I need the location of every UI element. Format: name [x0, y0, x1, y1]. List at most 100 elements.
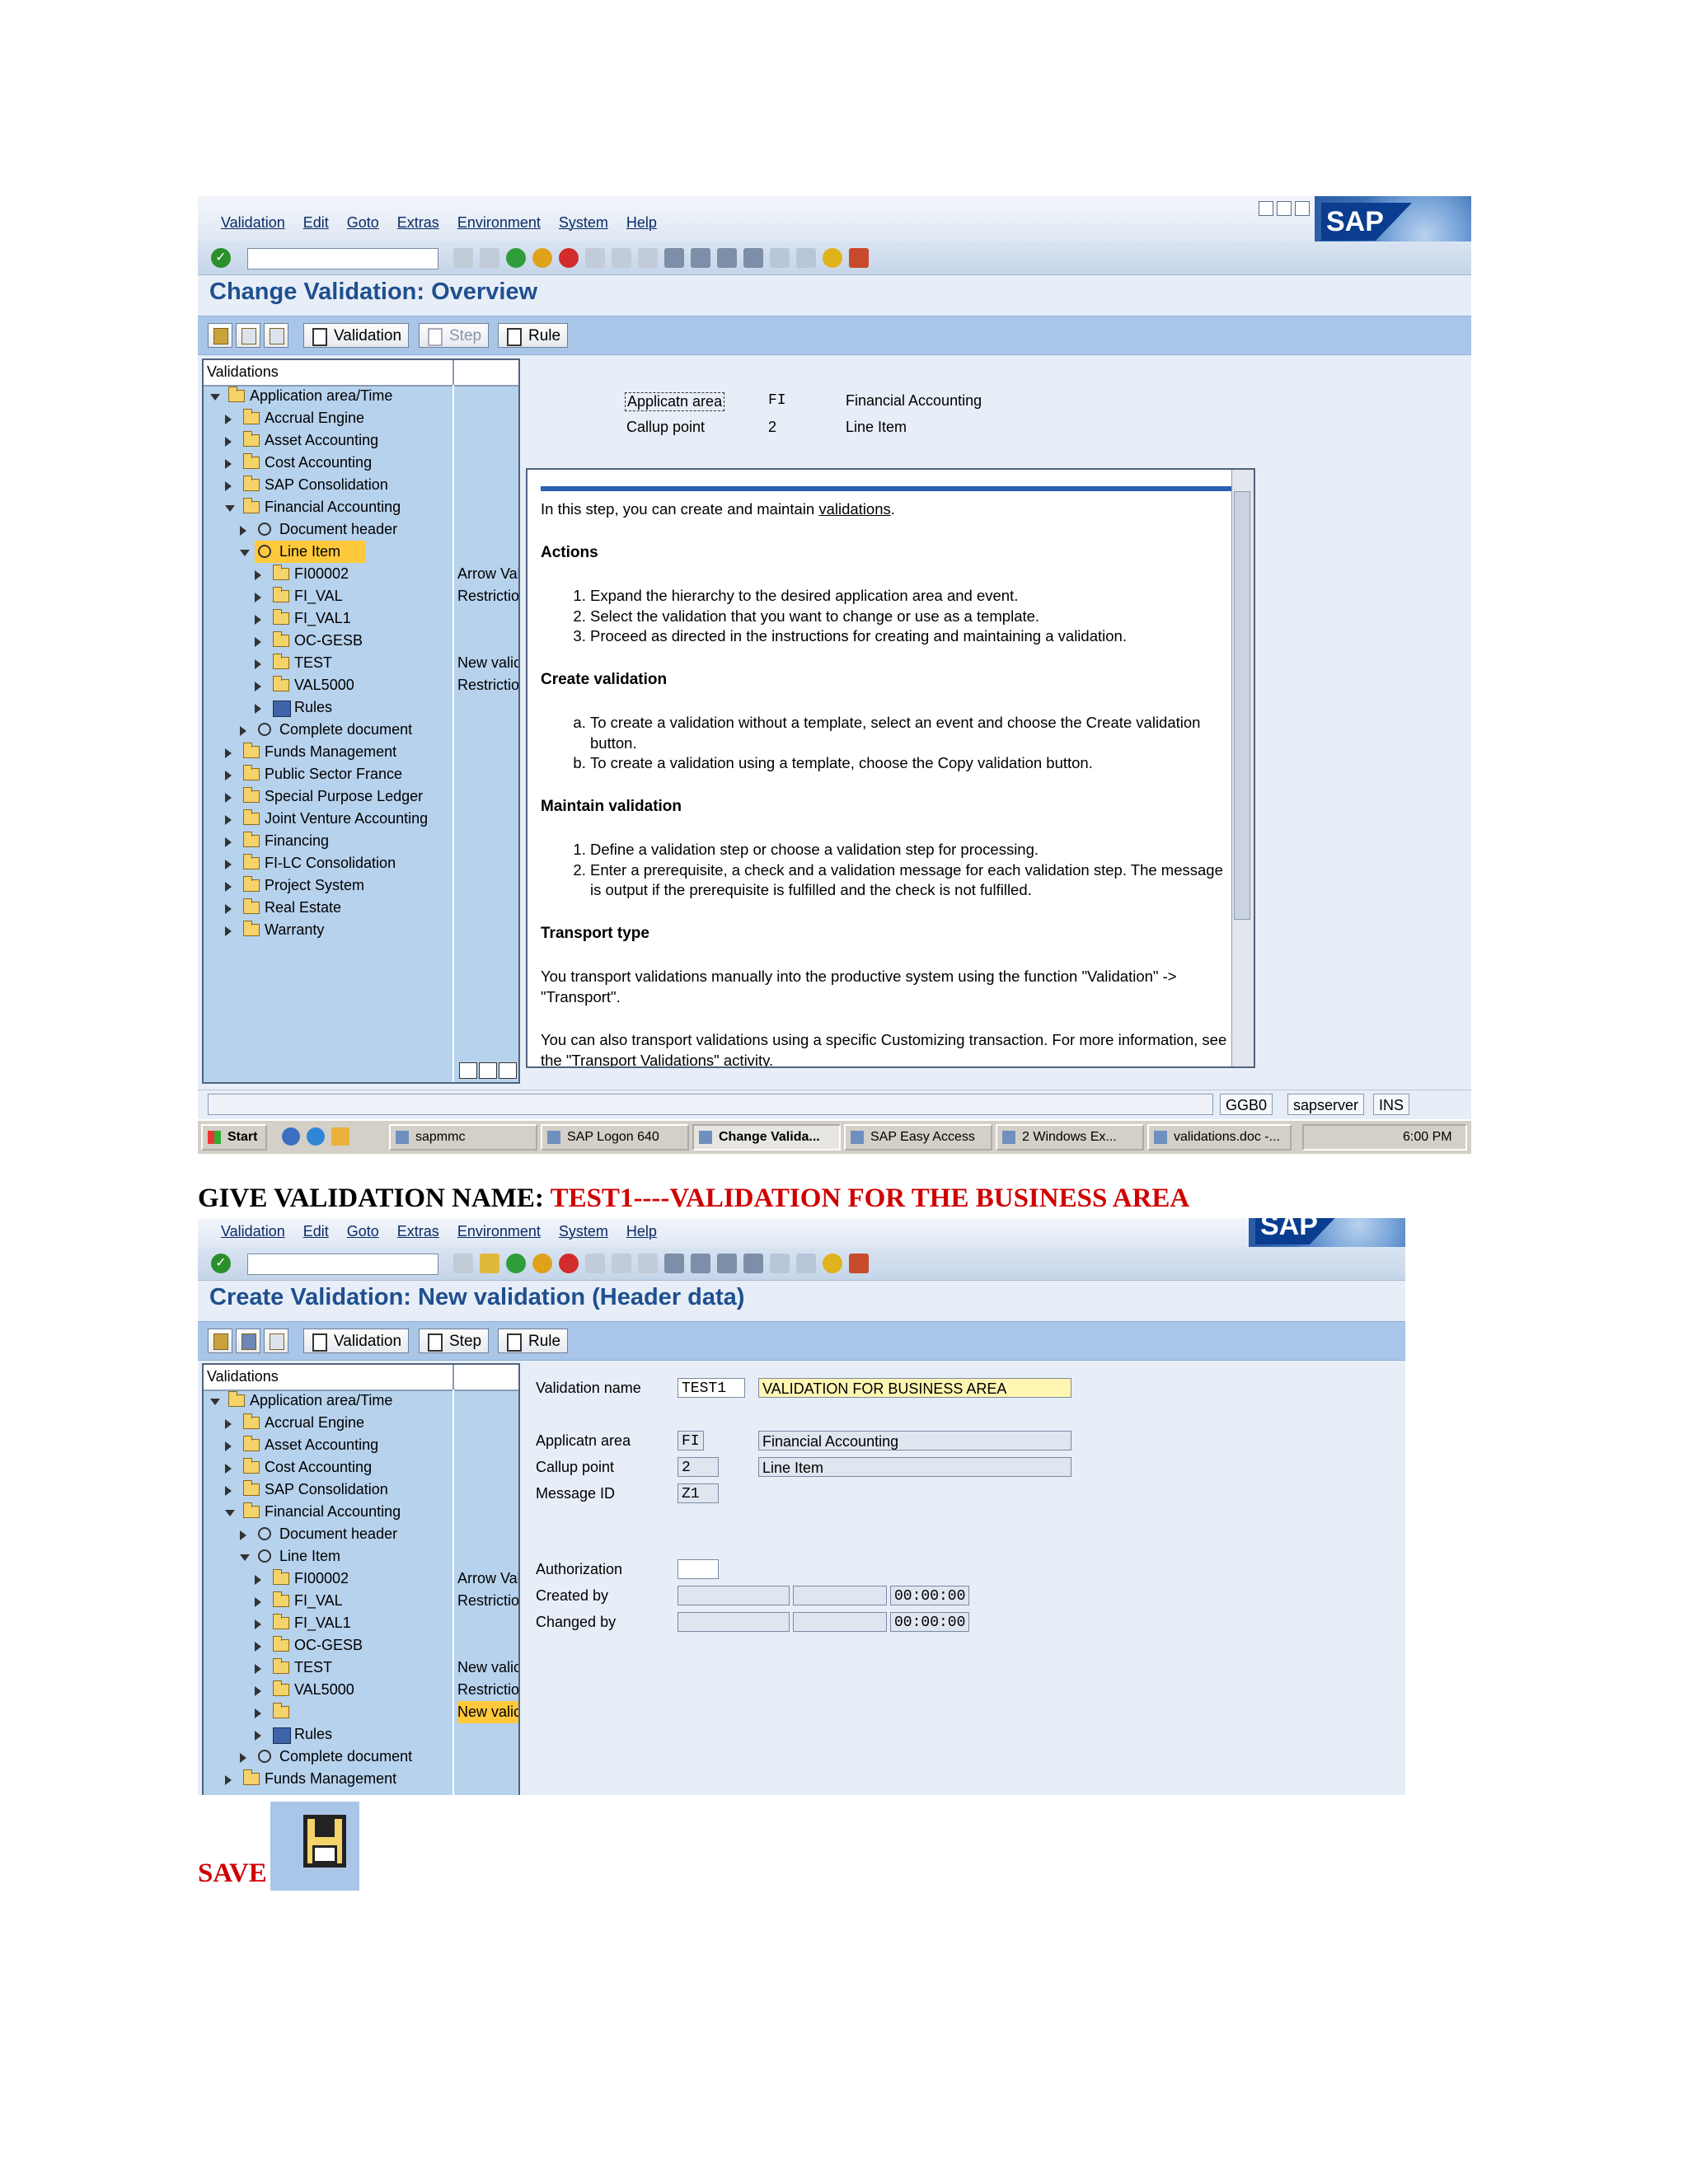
expand-arrow-icon[interactable]: [240, 1530, 246, 1540]
expand-arrow-icon[interactable]: [255, 637, 261, 647]
expand-arrow-icon[interactable]: [225, 459, 232, 469]
expand-arrow-icon[interactable]: [225, 1486, 232, 1496]
last-page-icon[interactable]: [743, 248, 763, 268]
taskbar-item[interactable]: SAP Logon 640: [541, 1124, 689, 1151]
help-icon[interactable]: [823, 1254, 842, 1273]
menu-help[interactable]: Help: [626, 1223, 657, 1240]
tree-node[interactable]: Funds Management: [204, 741, 518, 763]
step-button[interactable]: Step: [419, 323, 490, 348]
copy-button[interactable]: [236, 1329, 260, 1353]
expand-arrow-icon[interactable]: [255, 570, 261, 580]
tree-node[interactable]: Warranty: [204, 919, 518, 941]
last-page-icon[interactable]: [743, 1254, 763, 1273]
browser-icon[interactable]: [282, 1127, 300, 1146]
tree-node[interactable]: Special Purpose Ledger: [204, 785, 518, 808]
expand-arrow-icon[interactable]: [255, 1686, 261, 1696]
expand-arrow-icon[interactable]: [255, 1642, 261, 1652]
expand-arrow-icon[interactable]: [240, 526, 246, 536]
tree-node[interactable]: FI00002 Arrow Val: [204, 1568, 518, 1590]
menu-edit[interactable]: Edit: [303, 1223, 329, 1240]
validations-link[interactable]: validations: [818, 500, 890, 518]
tree-node[interactable]: FI_VAL Restrictio: [204, 585, 518, 607]
change-display-button[interactable]: [208, 1329, 232, 1353]
cancel-icon[interactable]: [559, 1254, 579, 1273]
tree-node[interactable]: TEST New valic: [204, 652, 518, 674]
validation-button[interactable]: Validation: [303, 1329, 410, 1353]
find-icon[interactable]: [612, 1254, 631, 1273]
menu-extras[interactable]: Extras: [397, 214, 439, 232]
tree-node[interactable]: Application area/Time: [204, 385, 518, 407]
help-scrollbar[interactable]: [1231, 470, 1254, 1066]
tree-node[interactable]: Complete document: [204, 1746, 518, 1768]
tree-node[interactable]: Financing: [204, 830, 518, 852]
expand-arrow-icon[interactable]: [225, 926, 232, 936]
start-button[interactable]: Start: [201, 1124, 267, 1151]
expand-arrow-icon[interactable]: [225, 1419, 232, 1429]
expand-arrow-icon[interactable]: [225, 815, 232, 825]
menu-goto[interactable]: Goto: [347, 1223, 379, 1240]
scroll-thumb[interactable]: [1234, 491, 1250, 920]
tree-node[interactable]: FI-LC Consolidation: [204, 852, 518, 874]
green-back-icon[interactable]: [506, 248, 526, 268]
tree-node[interactable]: OC-GESB: [204, 630, 518, 652]
command-field[interactable]: [247, 248, 438, 269]
save-icon[interactable]: [480, 1254, 499, 1273]
expand-arrow-icon[interactable]: [255, 1619, 261, 1629]
tree-node[interactable]: FI_VAL Restrictio: [204, 1590, 518, 1612]
print-icon[interactable]: [585, 1254, 605, 1273]
tree-node[interactable]: Public Sector France: [204, 763, 518, 785]
save-icon[interactable]: [480, 248, 499, 268]
expand-arrow-icon[interactable]: [225, 481, 232, 491]
exit-icon[interactable]: [532, 1254, 552, 1273]
tree-node[interactable]: Cost Accounting: [204, 452, 518, 474]
find-next-icon[interactable]: [638, 1254, 658, 1273]
copy-button[interactable]: [236, 323, 260, 348]
first-page-icon[interactable]: [664, 248, 684, 268]
expand-arrow-icon[interactable]: [255, 1575, 261, 1585]
expand-arrow-icon[interactable]: [225, 837, 232, 847]
enter-check-icon[interactable]: ✓: [211, 248, 231, 268]
save-button-zoom[interactable]: [270, 1802, 359, 1891]
menu-system[interactable]: System: [559, 214, 608, 232]
validation-description-input[interactable]: VALIDATION FOR BUSINESS AREA: [758, 1378, 1071, 1398]
tree-node[interactable]: Document header: [204, 1523, 518, 1545]
close-icon[interactable]: [1295, 201, 1310, 216]
tree-node[interactable]: VAL5000 Restrictio: [204, 1679, 518, 1701]
tree-node[interactable]: TEST New valic: [204, 1657, 518, 1679]
collapse-arrow-icon[interactable]: [225, 1510, 235, 1516]
expand-arrow-icon[interactable]: [225, 793, 232, 803]
prev-page-icon[interactable]: [691, 248, 710, 268]
tree-node[interactable]: Cost Accounting: [204, 1456, 518, 1479]
expand-arrow-icon[interactable]: [225, 860, 232, 869]
expand-arrow-icon[interactable]: [255, 659, 261, 669]
new-session-icon[interactable]: [770, 1254, 790, 1273]
menu-environment[interactable]: Environment: [457, 214, 541, 232]
tree-node[interactable]: Rules: [204, 1723, 518, 1746]
tree-node[interactable]: Asset Accounting: [204, 429, 518, 452]
collapse-arrow-icon[interactable]: [240, 550, 250, 556]
help-icon[interactable]: [823, 248, 842, 268]
tree-node[interactable]: Financial Accounting: [204, 1501, 518, 1523]
tree-node[interactable]: Document header: [204, 518, 518, 541]
tree-node[interactable]: VAL5000 Restrictio: [204, 674, 518, 696]
tree-node[interactable]: Line Item: [204, 1545, 518, 1568]
taskbar-item[interactable]: 2 Windows Ex...: [996, 1124, 1144, 1151]
tree-node[interactable]: Complete document: [204, 719, 518, 741]
expand-arrow-icon[interactable]: [225, 1464, 232, 1474]
collapse-arrow-icon[interactable]: [210, 394, 220, 401]
tree-node[interactable]: Financial Accounting: [204, 496, 518, 518]
delete-button[interactable]: [264, 1329, 288, 1353]
layout-menu-icon[interactable]: [849, 1254, 869, 1273]
expand-arrow-icon[interactable]: [255, 704, 261, 714]
tree-node[interactable]: Rules: [204, 696, 518, 719]
tree-node[interactable]: SAP Consolidation: [204, 1479, 518, 1501]
tree-node[interactable]: FI00002 Arrow Val: [204, 563, 518, 585]
restore-icon[interactable]: [1277, 201, 1292, 216]
menu-validation[interactable]: Validation: [221, 1223, 285, 1240]
expand-arrow-icon[interactable]: [225, 771, 232, 780]
scroll-left-icon[interactable]: [479, 1062, 497, 1079]
taskbar-item[interactable]: Change Valida...: [692, 1124, 841, 1151]
menu-help[interactable]: Help: [626, 214, 657, 232]
menu-edit[interactable]: Edit: [303, 214, 329, 232]
expand-arrow-icon[interactable]: [225, 1441, 232, 1451]
